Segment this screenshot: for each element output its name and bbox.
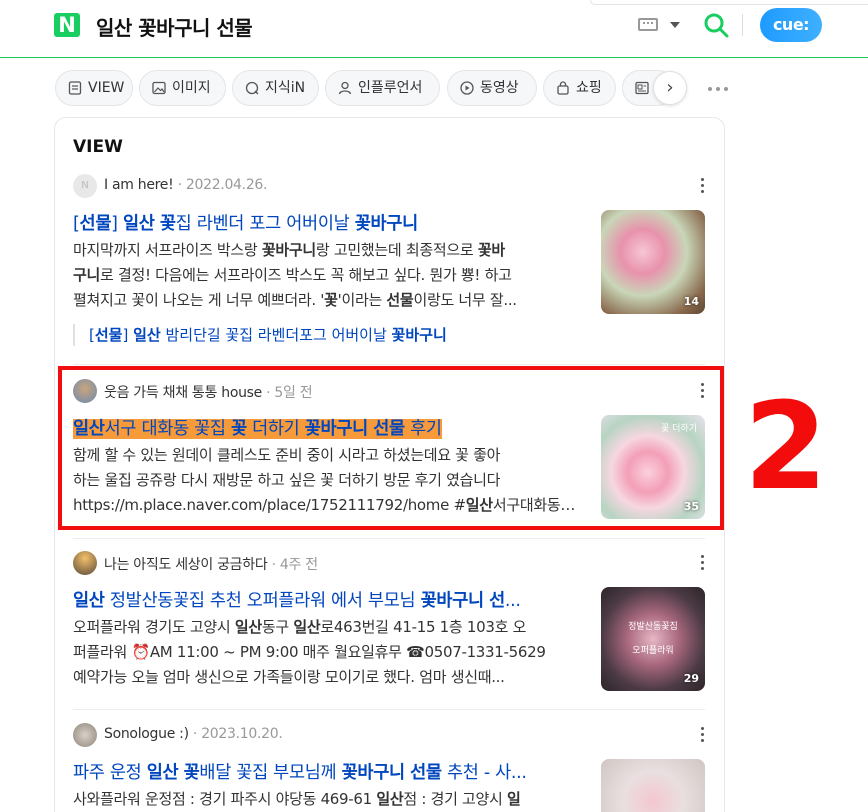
header-divider xyxy=(742,14,743,36)
thumbnail-caption: 오퍼플라워 xyxy=(632,646,674,656)
tab-shopping[interactable]: 쇼핑 xyxy=(543,70,616,106)
tab-view[interactable]: VIEW xyxy=(55,70,133,106)
result-thumbnail[interactable]: 14 xyxy=(601,210,705,314)
desc-line: 구니로 결정! 다음에는 서프라이즈 박스도 꼭 해보고 싶다. 뭔가 뿅! 하… xyxy=(73,266,512,284)
question-icon xyxy=(245,81,259,95)
author-name[interactable]: I am here! xyxy=(104,177,174,193)
play-icon xyxy=(460,81,474,95)
image-icon xyxy=(152,81,166,95)
result-item[interactable]: 나는 아직도 세상이 궁금하다 · 4주 전 일산 정발산동꽃집 추천 오퍼플라… xyxy=(73,551,705,696)
search-header: N 일산 꽃바구니 선물 cue: xyxy=(0,0,868,58)
cue-button[interactable]: cue: xyxy=(760,8,822,42)
tab-label: 동영상 xyxy=(480,80,519,96)
result-divider xyxy=(73,709,705,710)
tab-label: 이미지 xyxy=(172,80,211,96)
chevron-down-icon[interactable] xyxy=(670,22,680,28)
tab-label: 쇼핑 xyxy=(576,80,602,96)
more-options-icon[interactable] xyxy=(701,178,705,194)
image-count: 29 xyxy=(683,672,699,685)
result-item[interactable]: N I am here! · 2022.04.26. [선물] 일산 꽃집 라벤… xyxy=(73,174,705,354)
post-date: 2023.10.20. xyxy=(201,726,283,742)
document-icon xyxy=(68,81,82,95)
avatar[interactable] xyxy=(73,723,97,747)
result-description: 마지막까지 서프라이즈 박스랑 꽃바구니랑 고민했는데 최종적으로 꽃바 구니로… xyxy=(73,238,583,313)
related-post-link[interactable]: [선물] 일산 밤리단길 꽃집 라벤더포그 어버이날 꽃바구니 xyxy=(73,324,593,346)
more-options-icon[interactable] xyxy=(701,727,705,743)
more-options-icon[interactable] xyxy=(701,555,705,571)
result-title[interactable]: 일산 정발산동꽃집 추천 오퍼플라워 에서 부모님 꽃바구니 선... xyxy=(73,587,583,612)
author-line[interactable]: I am here! · 2022.04.26. xyxy=(104,177,267,193)
desc-line: 오퍼플라워 경기도 고양시 일산동구 일산로463번길 41-15 1층 103… xyxy=(73,618,527,636)
annotation-number: 2 xyxy=(744,378,828,517)
naver-logo-icon[interactable]: N xyxy=(54,13,80,37)
result-divider xyxy=(73,538,705,539)
desc-line: 예약가능 오늘 엄마 생신으로 가족들이랑 모이기로 했다. 엄마 생신때... xyxy=(73,668,505,686)
result-description: 오퍼플라워 경기도 고양시 일산동구 일산로463번길 41-15 1층 103… xyxy=(73,615,583,690)
author-line[interactable]: Sonologue :) · 2023.10.20. xyxy=(104,726,283,742)
section-title: VIEW xyxy=(73,137,123,157)
more-icon[interactable] xyxy=(707,76,729,96)
tab-influencer[interactable]: 인플루언서 xyxy=(325,70,440,106)
result-thumbnail[interactable]: 정발산동꽃집 오퍼플라워 29 xyxy=(601,587,705,691)
result-title[interactable]: [선물] 일산 꽃집 라벤더 포그 어버이날 꽃바구니 xyxy=(73,210,583,235)
news-icon xyxy=(635,81,649,95)
annotation-highlight-box xyxy=(58,366,724,530)
header-corner-divider xyxy=(590,0,868,5)
post-date: 2022.04.26. xyxy=(185,177,268,193)
tab-label: 인플루언서 xyxy=(358,80,423,96)
author-name[interactable]: Sonologue :) xyxy=(104,726,189,742)
result-title[interactable]: 파주 운정 일산 꽃배달 꽃집 부모님께 꽃바구니 선물 추천 - 사... xyxy=(73,759,583,784)
desc-line: 사와플라워 운정점 : 경기 파주시 야당동 469-61 일산점 : 경기 고… xyxy=(73,790,521,808)
avatar[interactable] xyxy=(73,551,97,575)
post-date: 4주 전 xyxy=(279,557,318,573)
thumbnail-caption: 정발산동꽃집 xyxy=(628,622,678,632)
search-icon[interactable] xyxy=(703,12,729,38)
image-count: 14 xyxy=(683,295,699,308)
result-description: 사와플라워 운정점 : 경기 파주시 야당동 469-61 일산점 : 경기 고… xyxy=(73,787,583,812)
tab-kin[interactable]: 지식iN xyxy=(232,70,319,106)
tab-video[interactable]: 동영상 xyxy=(447,70,537,106)
keyboard-icon[interactable] xyxy=(638,18,658,31)
tab-label: 지식iN xyxy=(265,80,306,96)
tabs-next-button[interactable]: › xyxy=(653,71,687,105)
search-query-text[interactable]: 일산 꽃바구니 선물 xyxy=(96,12,253,41)
result-item[interactable]: Sonologue :) · 2023.10.20. 파주 운정 일산 꽃배달 … xyxy=(73,723,705,812)
result-divider xyxy=(73,364,705,365)
search-tabs: VIEW 이미지 지식iN 인플루언서 동영상 쇼핑 › xyxy=(0,58,868,120)
tab-label: VIEW xyxy=(88,80,125,96)
desc-line: 펼쳐지고 꽃이 나오는 게 너무 예쁘더라. '꽃'이라는 선물이랑도 너무 잘… xyxy=(73,291,517,309)
author-line[interactable]: 나는 아직도 세상이 궁금하다 · 4주 전 xyxy=(104,554,318,574)
bag-icon xyxy=(557,81,569,95)
avatar[interactable]: N xyxy=(73,174,97,198)
desc-line: 퍼플라워 ⏰AM 11:00 ~ PM 9:00 매주 월요일휴무 ☎0507-… xyxy=(73,643,546,661)
tab-image[interactable]: 이미지 xyxy=(139,70,226,106)
desc-line: 마지막까지 서프라이즈 박스랑 꽃바구니랑 고민했는데 최종적으로 꽃바 xyxy=(73,241,505,259)
result-thumbnail[interactable] xyxy=(601,759,705,812)
author-name[interactable]: 나는 아직도 세상이 궁금하다 xyxy=(104,557,268,573)
person-icon xyxy=(338,81,352,95)
